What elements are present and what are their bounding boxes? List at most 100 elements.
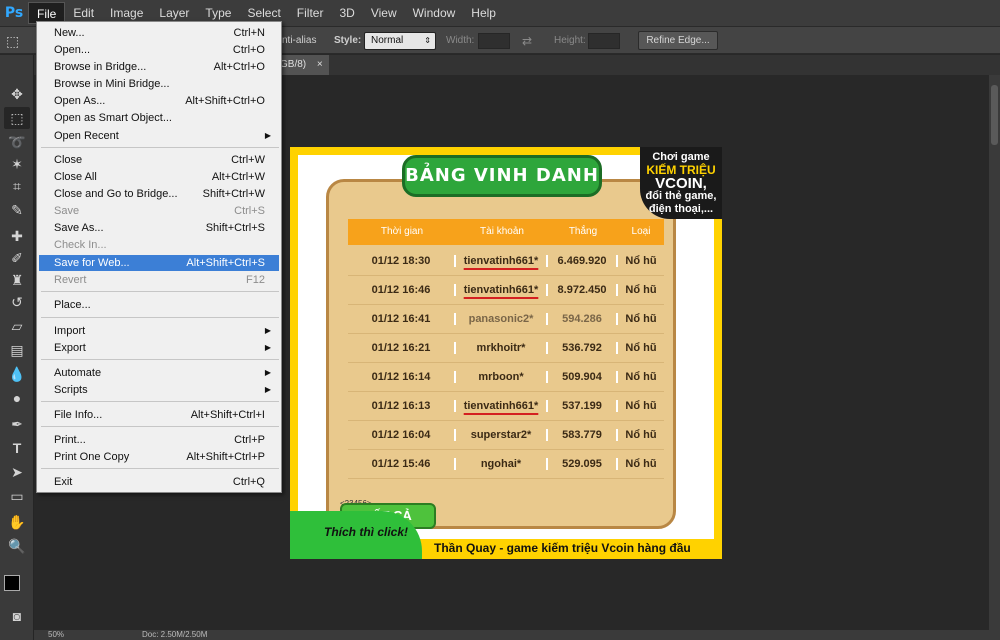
- menu-label: Save As...: [54, 222, 104, 234]
- cell-time: 01/12 16:41: [348, 313, 456, 325]
- eyedropper-tool-icon[interactable]: ✎: [4, 199, 30, 221]
- table-row: 01/12 16:41 panasonic2* 594.286 Nổ hũ: [348, 305, 664, 334]
- menu-label: Open...: [54, 44, 91, 56]
- promo-line-3: VCOIN,: [655, 175, 707, 192]
- menu-separator: [41, 359, 279, 360]
- magic-wand-tool-icon[interactable]: ✶: [4, 153, 30, 175]
- menu-3d[interactable]: 3D: [331, 2, 362, 24]
- healing-brush-tool-icon[interactable]: ✚: [4, 225, 30, 247]
- menu-close-all[interactable]: Close All Alt+Ctrl+W: [39, 169, 279, 185]
- menu-open[interactable]: Open... Ctrl+O: [39, 42, 279, 58]
- rect-marquee-tool-icon[interactable]: ⬚: [4, 107, 30, 129]
- menu-label: Exit: [54, 476, 73, 488]
- menu-save-for-web[interactable]: Save for Web... Alt+Shift+Ctrl+S: [39, 255, 279, 271]
- leaderboard-title: BẢNG VINH DANH: [402, 155, 602, 197]
- path-selection-tool-icon[interactable]: ➤: [4, 461, 30, 483]
- menu-label: Save: [54, 205, 80, 217]
- header-type: Loại: [631, 226, 651, 237]
- style-label: Style:: [334, 35, 362, 46]
- close-icon[interactable]: ×: [317, 59, 323, 70]
- menu-scripts[interactable]: Scripts ▶: [39, 382, 279, 398]
- menu-window[interactable]: Window: [405, 2, 464, 24]
- zoom-level[interactable]: 50%: [48, 630, 64, 639]
- cell-time: 01/12 16:14: [348, 371, 456, 383]
- menu-help[interactable]: Help: [463, 2, 504, 24]
- menu-label: Browse in Bridge...: [54, 61, 147, 73]
- menu-separator: [41, 291, 279, 292]
- cell-type: Nổ hũ: [625, 371, 657, 383]
- menu-new[interactable]: New... Ctrl+N: [39, 25, 279, 41]
- hand-tool-icon[interactable]: ✋: [4, 511, 30, 533]
- menu-exit[interactable]: Exit Ctrl+Q: [39, 474, 279, 490]
- menu-label: Open as Smart Object...: [54, 112, 172, 124]
- menu-place[interactable]: Place...: [39, 297, 279, 313]
- move-tool-icon[interactable]: ✥: [4, 83, 30, 105]
- menu-open-smart-object[interactable]: Open as Smart Object...: [39, 110, 279, 126]
- menu-revert: Revert F12: [39, 272, 279, 288]
- cell-type: Nổ hũ: [625, 284, 657, 296]
- cell-type: Nổ hũ: [625, 458, 657, 470]
- menu-import[interactable]: Import ▶: [39, 323, 279, 339]
- history-brush-tool-icon[interactable]: ↺: [4, 291, 30, 313]
- menu-close[interactable]: Close Ctrl+W: [39, 152, 279, 168]
- lasso-tool-icon[interactable]: ➰: [4, 131, 30, 153]
- zoom-tool-icon[interactable]: 🔍: [4, 535, 30, 557]
- quick-mask-icon[interactable]: ◙: [4, 605, 30, 627]
- menu-open-as[interactable]: Open As... Alt+Shift+Ctrl+O: [39, 93, 279, 109]
- header-account: Tài khoản: [480, 226, 524, 237]
- menu-file-info[interactable]: File Info... Alt+Shift+Ctrl+I: [39, 407, 279, 423]
- pen-tool-icon[interactable]: ✒: [4, 413, 30, 435]
- cell-type: Nổ hũ: [625, 400, 657, 412]
- antialias-label: nti-alias: [282, 35, 317, 46]
- menu-browse-bridge[interactable]: Browse in Bridge... Alt+Ctrl+O: [39, 59, 279, 75]
- stamp-tool-icon[interactable]: ♜: [4, 269, 30, 291]
- cell-type: Nổ hũ: [625, 313, 657, 325]
- menu-shortcut: Ctrl+Q: [232, 476, 265, 488]
- menu-export[interactable]: Export ▶: [39, 340, 279, 356]
- crop-tool-icon[interactable]: ⌗: [4, 175, 30, 197]
- dodge-tool-icon[interactable]: ●: [4, 387, 30, 409]
- blur-tool-icon[interactable]: 💧: [4, 363, 30, 385]
- menu-separator: [41, 426, 279, 427]
- menu-print[interactable]: Print... Ctrl+P: [39, 432, 279, 448]
- height-field[interactable]: [588, 33, 620, 49]
- menu-save-as[interactable]: Save As... Shift+Ctrl+S: [39, 220, 279, 236]
- swap-icon[interactable]: ⇄: [522, 27, 532, 55]
- shape-tool-icon[interactable]: ▭: [4, 485, 30, 507]
- menu-label: Revert: [54, 274, 87, 286]
- width-field[interactable]: [478, 33, 510, 49]
- menu-separator: [41, 317, 279, 318]
- vertical-scrollbar[interactable]: [989, 75, 1000, 630]
- cell-win: 594.286: [548, 313, 618, 325]
- menu-print-one-copy[interactable]: Print One Copy Alt+Shift+Ctrl+P: [39, 449, 279, 465]
- refine-edge-button[interactable]: Refine Edge...: [638, 31, 718, 50]
- foreground-color-swatch[interactable]: [4, 575, 20, 591]
- style-select-value: Normal: [371, 35, 404, 46]
- cell-win: 583.779: [548, 429, 618, 441]
- style-select[interactable]: Normal ⇕: [364, 32, 436, 50]
- menu-view[interactable]: View: [363, 2, 405, 24]
- menu-shortcut: Ctrl+N: [233, 27, 265, 39]
- brush-tool-icon[interactable]: ✐: [4, 247, 30, 269]
- menu-label: Browse in Mini Bridge...: [54, 78, 170, 90]
- gradient-tool-icon[interactable]: ▤: [4, 339, 30, 361]
- menu-automate[interactable]: Automate ▶: [39, 365, 279, 381]
- marquee-preset-icon[interactable]: ⬚: [6, 27, 19, 55]
- menu-browse-mini-bridge[interactable]: Browse in Mini Bridge...: [39, 76, 279, 92]
- eraser-tool-icon[interactable]: ▱: [4, 315, 30, 337]
- scrollbar-thumb[interactable]: [991, 85, 998, 145]
- menu-close-go-bridge[interactable]: Close and Go to Bridge... Shift+Ctrl+W: [39, 186, 279, 202]
- menu-label: Import: [54, 325, 86, 337]
- cell-win: 537.199: [548, 400, 618, 412]
- cell-time: 01/12 16:46: [348, 284, 456, 296]
- height-label: Height:: [554, 35, 586, 46]
- submenu-arrow-icon: ▶: [264, 343, 271, 352]
- type-tool-icon[interactable]: T: [4, 437, 30, 459]
- menu-open-recent[interactable]: Open Recent ▶: [39, 128, 279, 144]
- cell-type: Nổ hũ: [625, 342, 657, 354]
- menu-filter[interactable]: Filter: [289, 2, 332, 24]
- document-tab[interactable]: GB/8) ×: [274, 55, 329, 75]
- document-canvas-image: BẢNG VINH DANH Chơi game KIẾM TRIỆU VCOI…: [290, 147, 722, 559]
- promo-line-1: Chơi game: [652, 151, 710, 163]
- menu-save: Save Ctrl+S: [39, 203, 279, 219]
